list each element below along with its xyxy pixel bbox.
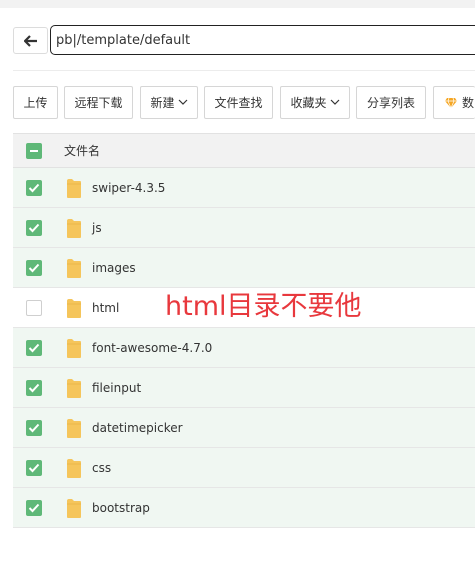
upload-button[interactable]: 上传	[13, 86, 58, 119]
table-row[interactable]: js	[13, 208, 475, 248]
row-checkbox[interactable]	[26, 340, 42, 356]
table-row[interactable]: font-awesome-4.7.0	[13, 328, 475, 368]
data-button[interactable]: 数	[433, 86, 475, 119]
diamond-icon	[445, 97, 457, 108]
divider	[13, 70, 475, 71]
folder-icon	[67, 499, 81, 518]
checkmark-icon	[28, 263, 40, 273]
file-table: 文件名 swiper-4.3.5 js images html font-awesome…	[13, 133, 475, 528]
path-input[interactable]	[50, 25, 475, 55]
table-row[interactable]: css	[13, 448, 475, 488]
checkmark-icon	[28, 503, 40, 513]
folder-icon	[67, 459, 81, 478]
checkmark-icon	[28, 183, 40, 193]
file-name[interactable]: bootstrap	[92, 488, 150, 528]
table-row[interactable]: fileinput	[13, 368, 475, 408]
arrow-left-icon	[23, 34, 37, 47]
top-strip	[0, 0, 475, 8]
data-button-label: 数	[462, 96, 475, 110]
file-name[interactable]: fileinput	[92, 368, 141, 408]
checkmark-icon	[28, 343, 40, 353]
column-filename: 文件名	[64, 144, 101, 158]
row-checkbox[interactable]	[26, 180, 42, 196]
folder-icon	[67, 179, 81, 198]
folder-icon	[67, 259, 81, 278]
file-name[interactable]: images	[92, 248, 136, 288]
chevron-down-icon	[178, 99, 187, 105]
row-checkbox[interactable]	[26, 460, 42, 476]
table-row[interactable]: images	[13, 248, 475, 288]
new-button[interactable]: 新建	[140, 86, 198, 119]
select-all-checkbox[interactable]	[26, 143, 42, 159]
back-button[interactable]	[13, 27, 48, 54]
folder-icon	[67, 379, 81, 398]
new-button-label: 新建	[150, 96, 175, 110]
folder-icon	[67, 219, 81, 238]
row-checkbox[interactable]	[26, 420, 42, 436]
chevron-down-icon	[330, 99, 339, 105]
file-name[interactable]: font-awesome-4.7.0	[92, 328, 212, 368]
file-search-button[interactable]: 文件查找	[204, 86, 273, 119]
annotation-text: html目录不要他	[165, 291, 362, 322]
upload-button-label: 上传	[23, 96, 48, 110]
row-checkbox[interactable]	[26, 220, 42, 236]
folder-icon	[67, 339, 81, 358]
remote-download-label: 远程下载	[74, 96, 123, 110]
checkmark-icon	[28, 383, 40, 393]
file-search-label: 文件查找	[214, 96, 263, 110]
checkmark-icon	[28, 423, 40, 433]
table-body: swiper-4.3.5 js images html font-awesome-4.7…	[13, 168, 475, 528]
row-checkbox[interactable]	[26, 500, 42, 516]
file-name[interactable]: js	[92, 208, 102, 248]
table-row[interactable]: datetimepicker	[13, 408, 475, 448]
folder-icon	[67, 299, 81, 318]
row-checkbox[interactable]	[26, 300, 42, 316]
file-name[interactable]: swiper-4.3.5	[92, 168, 165, 208]
file-name[interactable]: datetimepicker	[92, 408, 183, 448]
share-list-label: 分享列表	[366, 96, 415, 110]
row-checkbox[interactable]	[26, 380, 42, 396]
folder-icon	[67, 419, 81, 438]
table-row[interactable]: swiper-4.3.5	[13, 168, 475, 208]
table-row[interactable]: bootstrap	[13, 488, 475, 528]
file-name[interactable]: html	[92, 288, 119, 328]
favorites-button[interactable]: 收藏夹	[280, 86, 350, 119]
share-list-button[interactable]: 分享列表	[356, 86, 426, 119]
favorites-label: 收藏夹	[290, 96, 327, 110]
table-header: 文件名	[13, 133, 475, 168]
file-name[interactable]: css	[92, 448, 111, 488]
checkmark-icon	[28, 223, 40, 233]
remote-download-button[interactable]: 远程下载	[64, 86, 133, 119]
row-checkbox[interactable]	[26, 260, 42, 276]
checkmark-icon	[28, 463, 40, 473]
minus-icon	[30, 150, 38, 152]
